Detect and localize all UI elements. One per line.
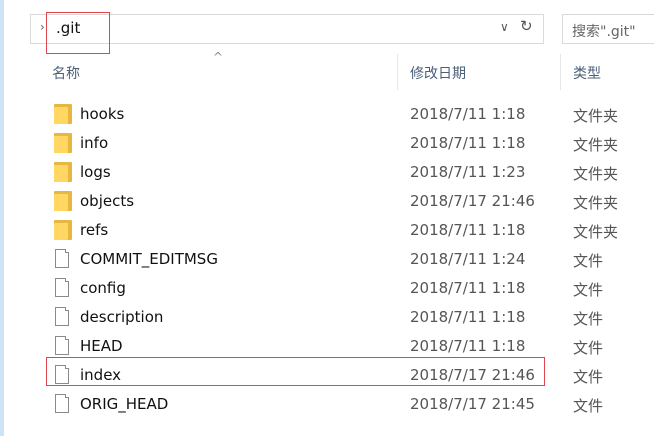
file-row[interactable]: objects 2018/7/17 21:46 文件夹: [48, 187, 654, 216]
file-row[interactable]: description 2018/7/11 1:18 文件: [48, 303, 654, 332]
search-input[interactable]: 搜索".git": [562, 14, 654, 44]
file-row[interactable]: info 2018/7/11 1:18 文件夹: [48, 129, 654, 158]
file-icon: [54, 394, 72, 414]
file-type: 文件夹: [573, 107, 619, 125]
file-icon: [54, 336, 72, 356]
file-row[interactable]: COMMIT_EDITMSG 2018/7/11 1:24 文件: [48, 245, 654, 274]
file-icon: [54, 278, 72, 298]
file-type: 文件: [573, 397, 604, 415]
file-date: 2018/7/17 21:45: [410, 395, 535, 413]
file-type: 文件夹: [573, 165, 619, 183]
file-type: 文件: [573, 310, 604, 328]
file-date: 2018/7/11 1:18: [410, 134, 526, 152]
index-row-highlight-box: [46, 357, 545, 386]
file-type: 文件夹: [573, 223, 619, 241]
folder-icon: [54, 162, 72, 182]
file-date: 2018/7/11 1:23: [410, 163, 526, 181]
refresh-icon[interactable]: ↻: [520, 17, 533, 35]
file-type: 文件夹: [573, 136, 619, 154]
column-divider[interactable]: [397, 54, 398, 90]
file-name: objects: [80, 192, 135, 210]
file-name: hooks: [80, 105, 125, 123]
file-name: config: [80, 279, 126, 297]
column-divider[interactable]: [560, 54, 561, 90]
file-type: 文件: [573, 252, 604, 270]
file-type: 文件: [573, 339, 604, 357]
file-name: ORIG_HEAD: [80, 395, 169, 413]
file-row[interactable]: logs 2018/7/11 1:23 文件夹: [48, 158, 654, 187]
file-date: 2018/7/11 1:18: [410, 279, 526, 297]
folder-icon: [54, 133, 72, 153]
file-date: 2018/7/17 21:46: [410, 192, 535, 210]
column-header-date[interactable]: 修改日期: [410, 63, 466, 83]
column-header-name[interactable]: 名称: [52, 63, 80, 83]
file-name: description: [80, 308, 164, 326]
file-row[interactable]: refs 2018/7/11 1:18 文件夹: [48, 216, 654, 245]
file-type: 文件: [573, 368, 604, 386]
file-row[interactable]: hooks 2018/7/11 1:18 文件夹: [48, 100, 654, 129]
navigation-pane-edge: [0, 0, 4, 436]
file-name: info: [80, 134, 109, 152]
file-date: 2018/7/11 1:18: [410, 337, 526, 355]
file-icon: [54, 307, 72, 327]
folder-icon: [54, 191, 72, 211]
file-icon: [54, 249, 72, 269]
file-date: 2018/7/11 1:18: [410, 221, 526, 239]
file-type: 文件夹: [573, 194, 619, 212]
file-date: 2018/7/11 1:24: [410, 250, 526, 268]
address-highlight-box: [46, 12, 110, 54]
column-header-type[interactable]: 类型: [573, 63, 601, 83]
folder-icon: [54, 104, 72, 124]
file-name: refs: [80, 221, 109, 239]
file-name: logs: [80, 163, 111, 181]
file-row[interactable]: ORIG_HEAD 2018/7/17 21:45 文件: [48, 390, 654, 419]
file-row[interactable]: config 2018/7/11 1:18 文件: [48, 274, 654, 303]
file-date: 2018/7/11 1:18: [410, 308, 526, 326]
breadcrumb-chevron-icon[interactable]: ›: [40, 20, 45, 34]
folder-icon: [54, 220, 72, 240]
file-name: HEAD: [80, 337, 123, 355]
address-dropdown-icon[interactable]: ∨: [500, 20, 509, 34]
file-name: COMMIT_EDITMSG: [80, 250, 218, 268]
file-date: 2018/7/11 1:18: [410, 105, 526, 123]
file-type: 文件: [573, 281, 604, 299]
sort-ascending-icon: ^: [213, 50, 224, 64]
